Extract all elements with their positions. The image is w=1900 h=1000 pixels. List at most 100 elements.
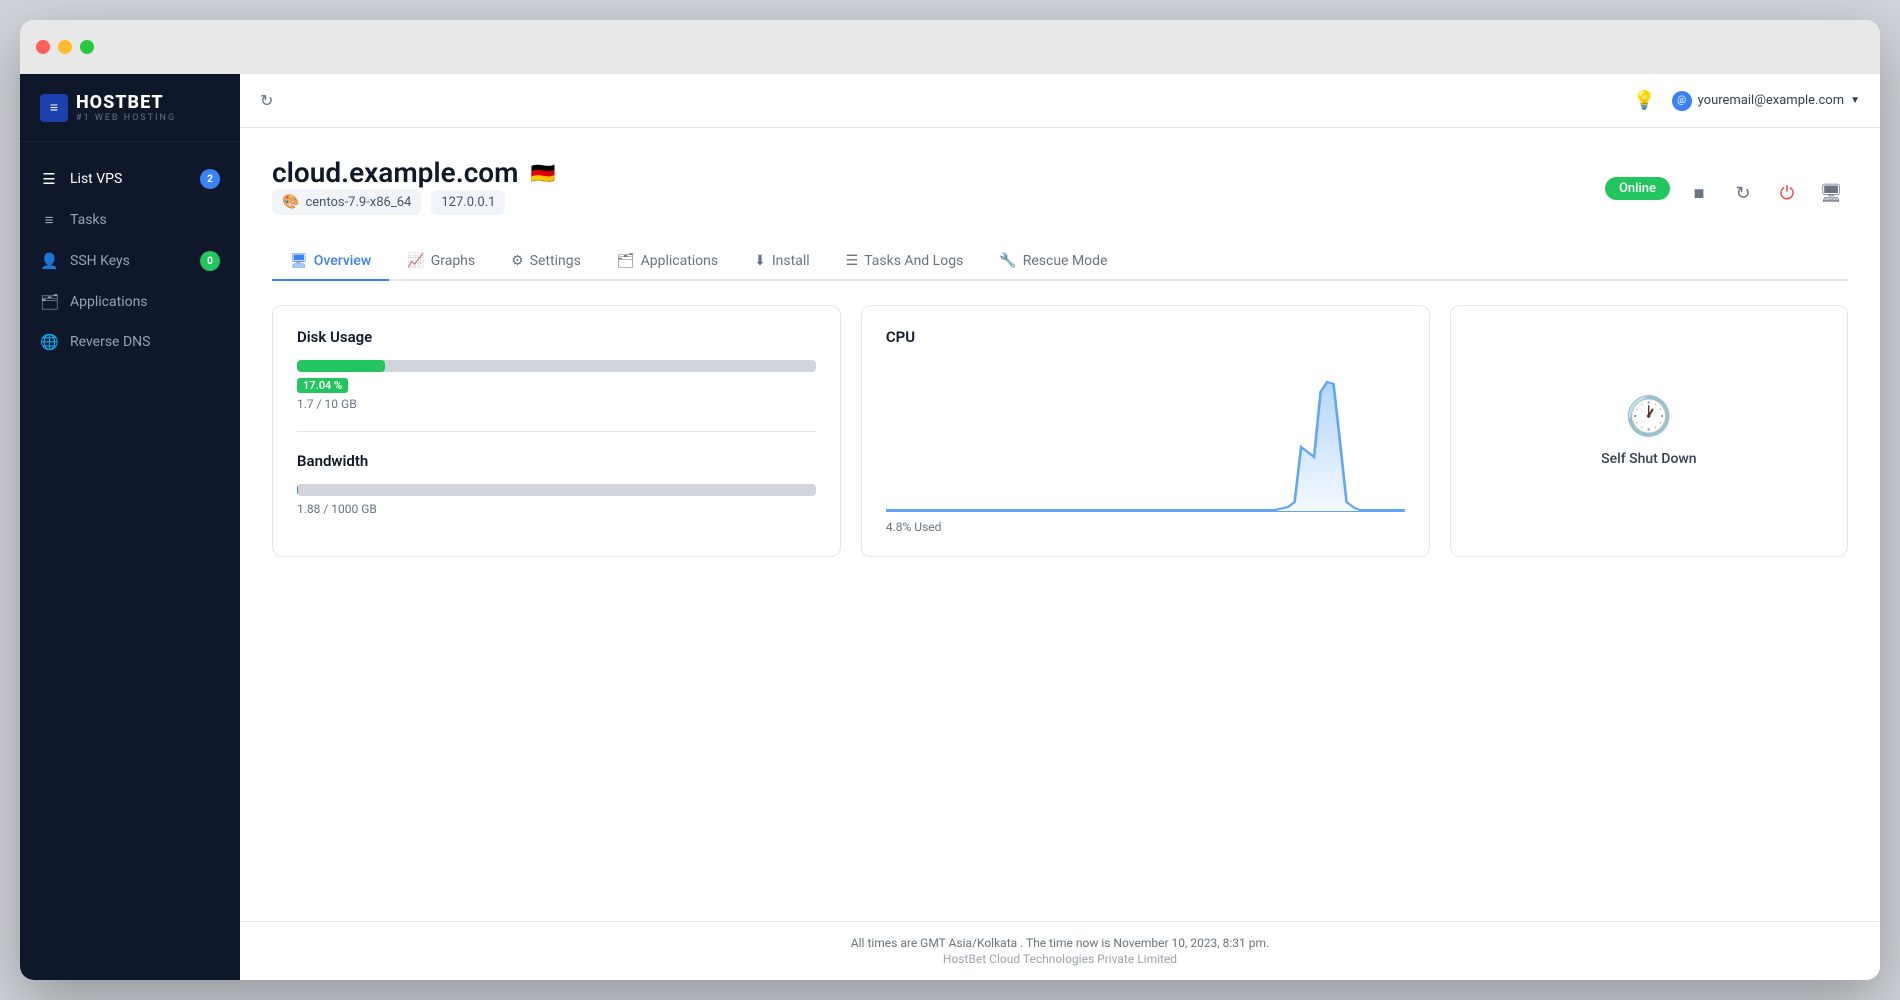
sidebar-item-label: List VPS <box>70 171 122 187</box>
cpu-title: CPU <box>886 328 1405 346</box>
footer: All times are GMT Asia/Kolkata . The tim… <box>240 921 1880 980</box>
tab-tasks-logs-icon: ☰ <box>846 253 859 269</box>
user-email-text: youremail@example.com <box>1698 93 1845 108</box>
tab-overview-label: Overview <box>314 253 371 269</box>
tasks-icon: ≡ <box>40 211 58 229</box>
tab-settings[interactable]: ⚙ Settings <box>493 243 599 281</box>
logo-name: HOSTBET <box>76 92 176 113</box>
logo-tagline: #1 WEB HOSTING <box>76 113 176 123</box>
os-icon: 🎨 <box>282 194 299 210</box>
cpu-card: CPU <box>861 305 1430 557</box>
main-content: ↻ 💡 @ youremail@example.com ▼ <box>240 74 1880 980</box>
tab-install[interactable]: ⬇ Install <box>736 243 828 281</box>
server-ip-tag: 127.0.0.1 <box>431 190 505 215</box>
tab-rescue-mode[interactable]: 🔧 Rescue Mode <box>981 243 1125 281</box>
sidebar-item-tasks[interactable]: ≡ Tasks <box>20 200 240 240</box>
restart-button[interactable]: ↻ <box>1726 177 1760 211</box>
console-button[interactable]: 🖥 <box>1814 177 1848 211</box>
server-os: centos-7.9-x86_64 <box>305 195 411 210</box>
shutdown-label: Self Shut Down <box>1601 451 1696 467</box>
shutdown-clock-icon: 🕐 <box>1625 395 1672 439</box>
list-vps-badge: 2 <box>200 169 220 189</box>
tab-graphs[interactable]: 📈 Graphs <box>389 243 493 281</box>
refresh-button[interactable]: ↻ <box>260 91 273 111</box>
server-title-row: cloud.example.com 🇩🇪 <box>272 156 555 189</box>
sidebar-logo: ≡ HOSTBET #1 WEB HOSTING <box>20 74 240 142</box>
sidebar-item-reverse-dns[interactable]: 🌐 Reverse DNS <box>20 322 240 362</box>
disk-usage-section: Disk Usage 17.04 % 1.7 / 10 GB <box>297 328 816 411</box>
user-avatar: @ <box>1672 91 1692 111</box>
tab-overview-icon: 🖥 <box>290 253 308 269</box>
ssh-keys-badge: 0 <box>200 251 220 271</box>
bandwidth-usage-label: 1.88 / 1000 GB <box>297 502 816 516</box>
sidebar: ≡ HOSTBET #1 WEB HOSTING ☰ List VPS 2 ≡ … <box>20 74 240 980</box>
disk-title: Disk Usage <box>297 328 816 346</box>
tab-rescue-icon: 🔧 <box>999 253 1016 269</box>
reverse-dns-icon: 🌐 <box>40 333 58 351</box>
server-flag: 🇩🇪 <box>530 161 555 185</box>
tab-graphs-icon: 📈 <box>407 253 424 269</box>
tab-tasks-logs-label: Tasks And Logs <box>864 253 963 269</box>
close-button[interactable] <box>36 40 50 54</box>
server-name: cloud.example.com <box>272 156 518 189</box>
content-area: cloud.example.com 🇩🇪 🎨 centos-7.9-x86_64… <box>240 128 1880 921</box>
sidebar-item-label: SSH Keys <box>70 253 130 269</box>
topbar-left: ↻ <box>260 91 273 111</box>
bandwidth-section: Bandwidth 1.88 / 1000 GB <box>297 452 816 516</box>
bandwidth-progress-fill <box>297 484 298 496</box>
stop-button[interactable]: ■ <box>1682 177 1716 211</box>
server-actions: ■ ↻ ⏻ 🖥 <box>1682 177 1848 211</box>
footer-timezone: All times are GMT Asia/Kolkata . The tim… <box>260 936 1860 950</box>
tab-settings-icon: ⚙ <box>511 253 524 269</box>
disk-progress-container <box>297 360 816 372</box>
server-header: cloud.example.com 🇩🇪 🎨 centos-7.9-x86_64… <box>272 156 1848 231</box>
topbar: ↻ 💡 @ youremail@example.com ▼ <box>240 74 1880 128</box>
sidebar-nav: ☰ List VPS 2 ≡ Tasks 👤 SSH Keys 0 🗂 Appl… <box>20 142 240 980</box>
sidebar-item-list-vps[interactable]: ☰ List VPS 2 <box>20 158 240 200</box>
sidebar-item-label: Reverse DNS <box>70 334 150 350</box>
cards-grid: Disk Usage 17.04 % 1.7 / 10 GB <box>272 305 1848 557</box>
footer-company: HostBet Cloud Technologies Private Limit… <box>260 952 1860 966</box>
disk-percent-label: 17.04 % <box>297 378 348 393</box>
traffic-lights <box>36 40 94 54</box>
sidebar-item-ssh-keys[interactable]: 👤 SSH Keys 0 <box>20 240 240 282</box>
tab-tasks-logs[interactable]: ☰ Tasks And Logs <box>828 243 982 281</box>
tab-applications-icon: 🗂 <box>617 253 635 269</box>
tab-applications-label: Applications <box>641 253 719 269</box>
tab-install-icon: ⬇ <box>754 253 766 269</box>
tab-rescue-label: Rescue Mode <box>1023 253 1108 269</box>
bandwidth-progress-container <box>297 484 816 496</box>
bandwidth-title: Bandwidth <box>297 452 816 470</box>
self-shutdown-card[interactable]: 🕐 Self Shut Down <box>1450 305 1848 557</box>
sidebar-item-applications[interactable]: 🗂 Applications <box>20 282 240 322</box>
minimize-button[interactable] <box>58 40 72 54</box>
status-badge: Online <box>1605 177 1670 200</box>
tab-settings-label: Settings <box>530 253 581 269</box>
tab-applications[interactable]: 🗂 Applications <box>599 243 736 281</box>
user-dropdown-icon: ▼ <box>1850 95 1860 106</box>
cpu-chart <box>886 362 1405 512</box>
cpu-used-label: 4.8% Used <box>886 520 1405 534</box>
disk-progress-fill <box>297 360 385 372</box>
server-meta: 🎨 centos-7.9-x86_64 127.0.0.1 <box>272 189 555 215</box>
tabs: 🖥 Overview 📈 Graphs ⚙ Settings 🗂 Applica… <box>272 243 1848 281</box>
power-button[interactable]: ⏻ <box>1770 177 1804 211</box>
server-os-tag: 🎨 centos-7.9-x86_64 <box>272 189 421 215</box>
sidebar-item-label: Applications <box>70 294 148 310</box>
sidebar-item-label: Tasks <box>70 212 107 228</box>
topbar-right: 💡 @ youremail@example.com ▼ <box>1633 90 1860 111</box>
server-ip: 127.0.0.1 <box>441 195 495 210</box>
tab-overview[interactable]: 🖥 Overview <box>272 243 389 281</box>
cpu-chart-svg <box>886 362 1405 512</box>
title-bar <box>20 20 1880 74</box>
applications-icon: 🗂 <box>40 293 58 311</box>
tab-graphs-label: Graphs <box>431 253 475 269</box>
maximize-button[interactable] <box>80 40 94 54</box>
disk-card: Disk Usage 17.04 % 1.7 / 10 GB <box>272 305 841 557</box>
tab-install-label: Install <box>772 253 810 269</box>
disk-usage-label: 1.7 / 10 GB <box>297 397 816 411</box>
user-menu[interactable]: @ youremail@example.com ▼ <box>1672 91 1860 111</box>
list-vps-icon: ☰ <box>40 170 58 188</box>
bulb-icon[interactable]: 💡 <box>1633 90 1655 111</box>
cpu-chart-area <box>886 382 1405 512</box>
